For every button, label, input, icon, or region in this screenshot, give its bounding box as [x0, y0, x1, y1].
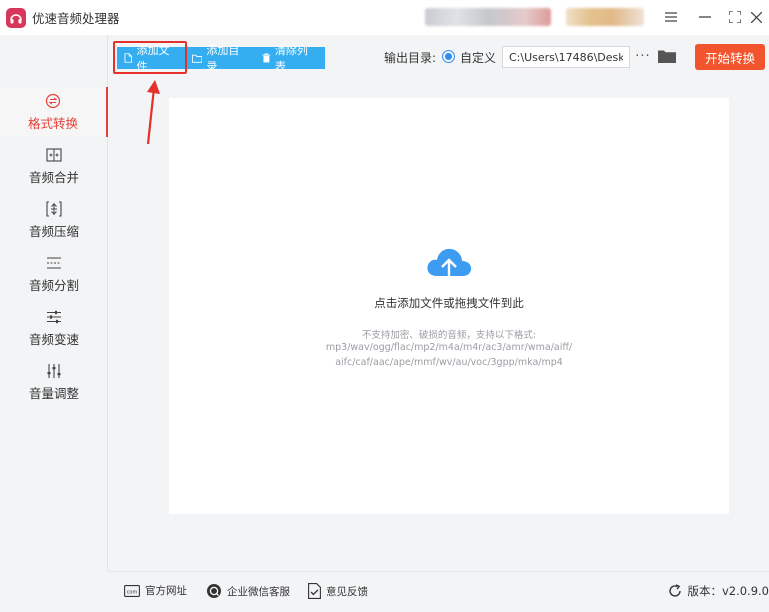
refresh-icon	[669, 584, 682, 597]
version-info[interactable]: 版本：v2.0.9.0	[668, 583, 769, 599]
volume-icon	[45, 363, 63, 379]
website-icon: com	[124, 584, 140, 597]
sidebar-item-audio-compress[interactable]: 音频压缩	[0, 195, 108, 245]
sidebar-item-label: 音量调整	[28, 385, 79, 401]
feedback-label: 意见反馈	[326, 585, 368, 598]
more-options-button[interactable]: ···	[634, 45, 652, 67]
title-bar: 优速音频处理器	[0, 0, 769, 35]
sidebar-item-label: 格式转换	[27, 115, 78, 131]
sidebar-item-audio-merge[interactable]: 音频合并	[0, 141, 108, 191]
website-link[interactable]: com 官方网址	[124, 583, 187, 598]
file-drop-zone[interactable]: 点击添加文件或拖拽文件到此 不支持加密、破损的音频，支持以下格式: mp3/wa…	[169, 98, 729, 514]
folder-outline-icon	[192, 54, 203, 63]
sidebar-item-label: 音频分割	[28, 277, 79, 293]
custom-output-radio[interactable]	[442, 50, 455, 63]
split-icon	[45, 255, 63, 271]
merge-icon	[45, 147, 63, 163]
sidebar-item-label: 音频压缩	[28, 223, 79, 239]
output-path-input[interactable]	[502, 46, 630, 68]
custom-output-label: 自定义	[460, 51, 497, 65]
wechat-support-link[interactable]: 企业微信客服	[206, 583, 290, 599]
format-note-text: 不支持加密、破损的音频，支持以下格式:	[361, 330, 537, 341]
speed-icon	[45, 309, 63, 325]
sidebar-item-audio-speed[interactable]: 音频变速	[0, 303, 108, 353]
add-folder-button[interactable]: 添加目录	[185, 44, 255, 73]
convert-icon	[44, 93, 62, 109]
trash-icon	[262, 53, 271, 63]
open-folder-button[interactable]	[657, 47, 677, 65]
annotation-highlight-box	[113, 41, 187, 74]
cloud-upload-icon	[427, 248, 472, 284]
close-icon[interactable]	[745, 7, 767, 27]
start-convert-button[interactable]: 开始转换	[695, 44, 765, 70]
feedback-icon	[308, 583, 321, 599]
folder-icon	[658, 50, 676, 63]
footer: com 官方网址 企业微信客服 意见反馈 版本：v2.0.9.0	[108, 571, 769, 612]
blurred-user-info	[425, 8, 551, 26]
add-folder-label: 添加目录	[206, 44, 240, 73]
sidebar: 格式转换 音频合并 音频压缩 音频分割 音频变速 音量调整	[0, 35, 108, 571]
output-dir-label: 输出目录:	[384, 51, 437, 65]
clear-list-button[interactable]: 清除列表	[255, 44, 325, 73]
menu-icon[interactable]	[660, 7, 682, 27]
minimize-icon[interactable]	[694, 7, 716, 27]
annotation-arrow-icon	[146, 80, 160, 145]
drop-hint-text: 点击添加文件或拖拽文件到此	[374, 296, 524, 310]
wechat-support-label: 企业微信客服	[227, 585, 290, 598]
website-label: 官方网址	[145, 585, 187, 597]
app-logo-icon	[6, 7, 26, 28]
version-label: 版本：v2.0.9.0	[687, 584, 769, 598]
sidebar-item-label: 音频变速	[28, 331, 79, 347]
format-list-line-2: aifc/caf/aac/ape/mmf/wv/au/voc/3gpp/mka/…	[335, 357, 563, 368]
sidebar-item-volume-adjust[interactable]: 音量调整	[0, 357, 108, 407]
compress-icon	[45, 200, 63, 217]
maximize-icon[interactable]	[724, 7, 746, 27]
sidebar-item-format-convert[interactable]: 格式转换	[0, 87, 108, 137]
sidebar-item-label: 音频合并	[28, 169, 79, 185]
clear-list-label: 清除列表	[274, 44, 308, 73]
app-title: 优速音频处理器	[32, 11, 120, 26]
wechat-support-icon	[207, 584, 221, 598]
format-list-line-1: mp3/wav/ogg/flac/mp2/m4a/m4r/ac3/amr/wma…	[325, 342, 573, 353]
feedback-link[interactable]: 意见反馈	[308, 583, 368, 599]
svg-text:com: com	[127, 589, 138, 595]
sidebar-item-audio-split[interactable]: 音频分割	[0, 249, 108, 299]
blurred-vip-badge	[566, 8, 644, 26]
